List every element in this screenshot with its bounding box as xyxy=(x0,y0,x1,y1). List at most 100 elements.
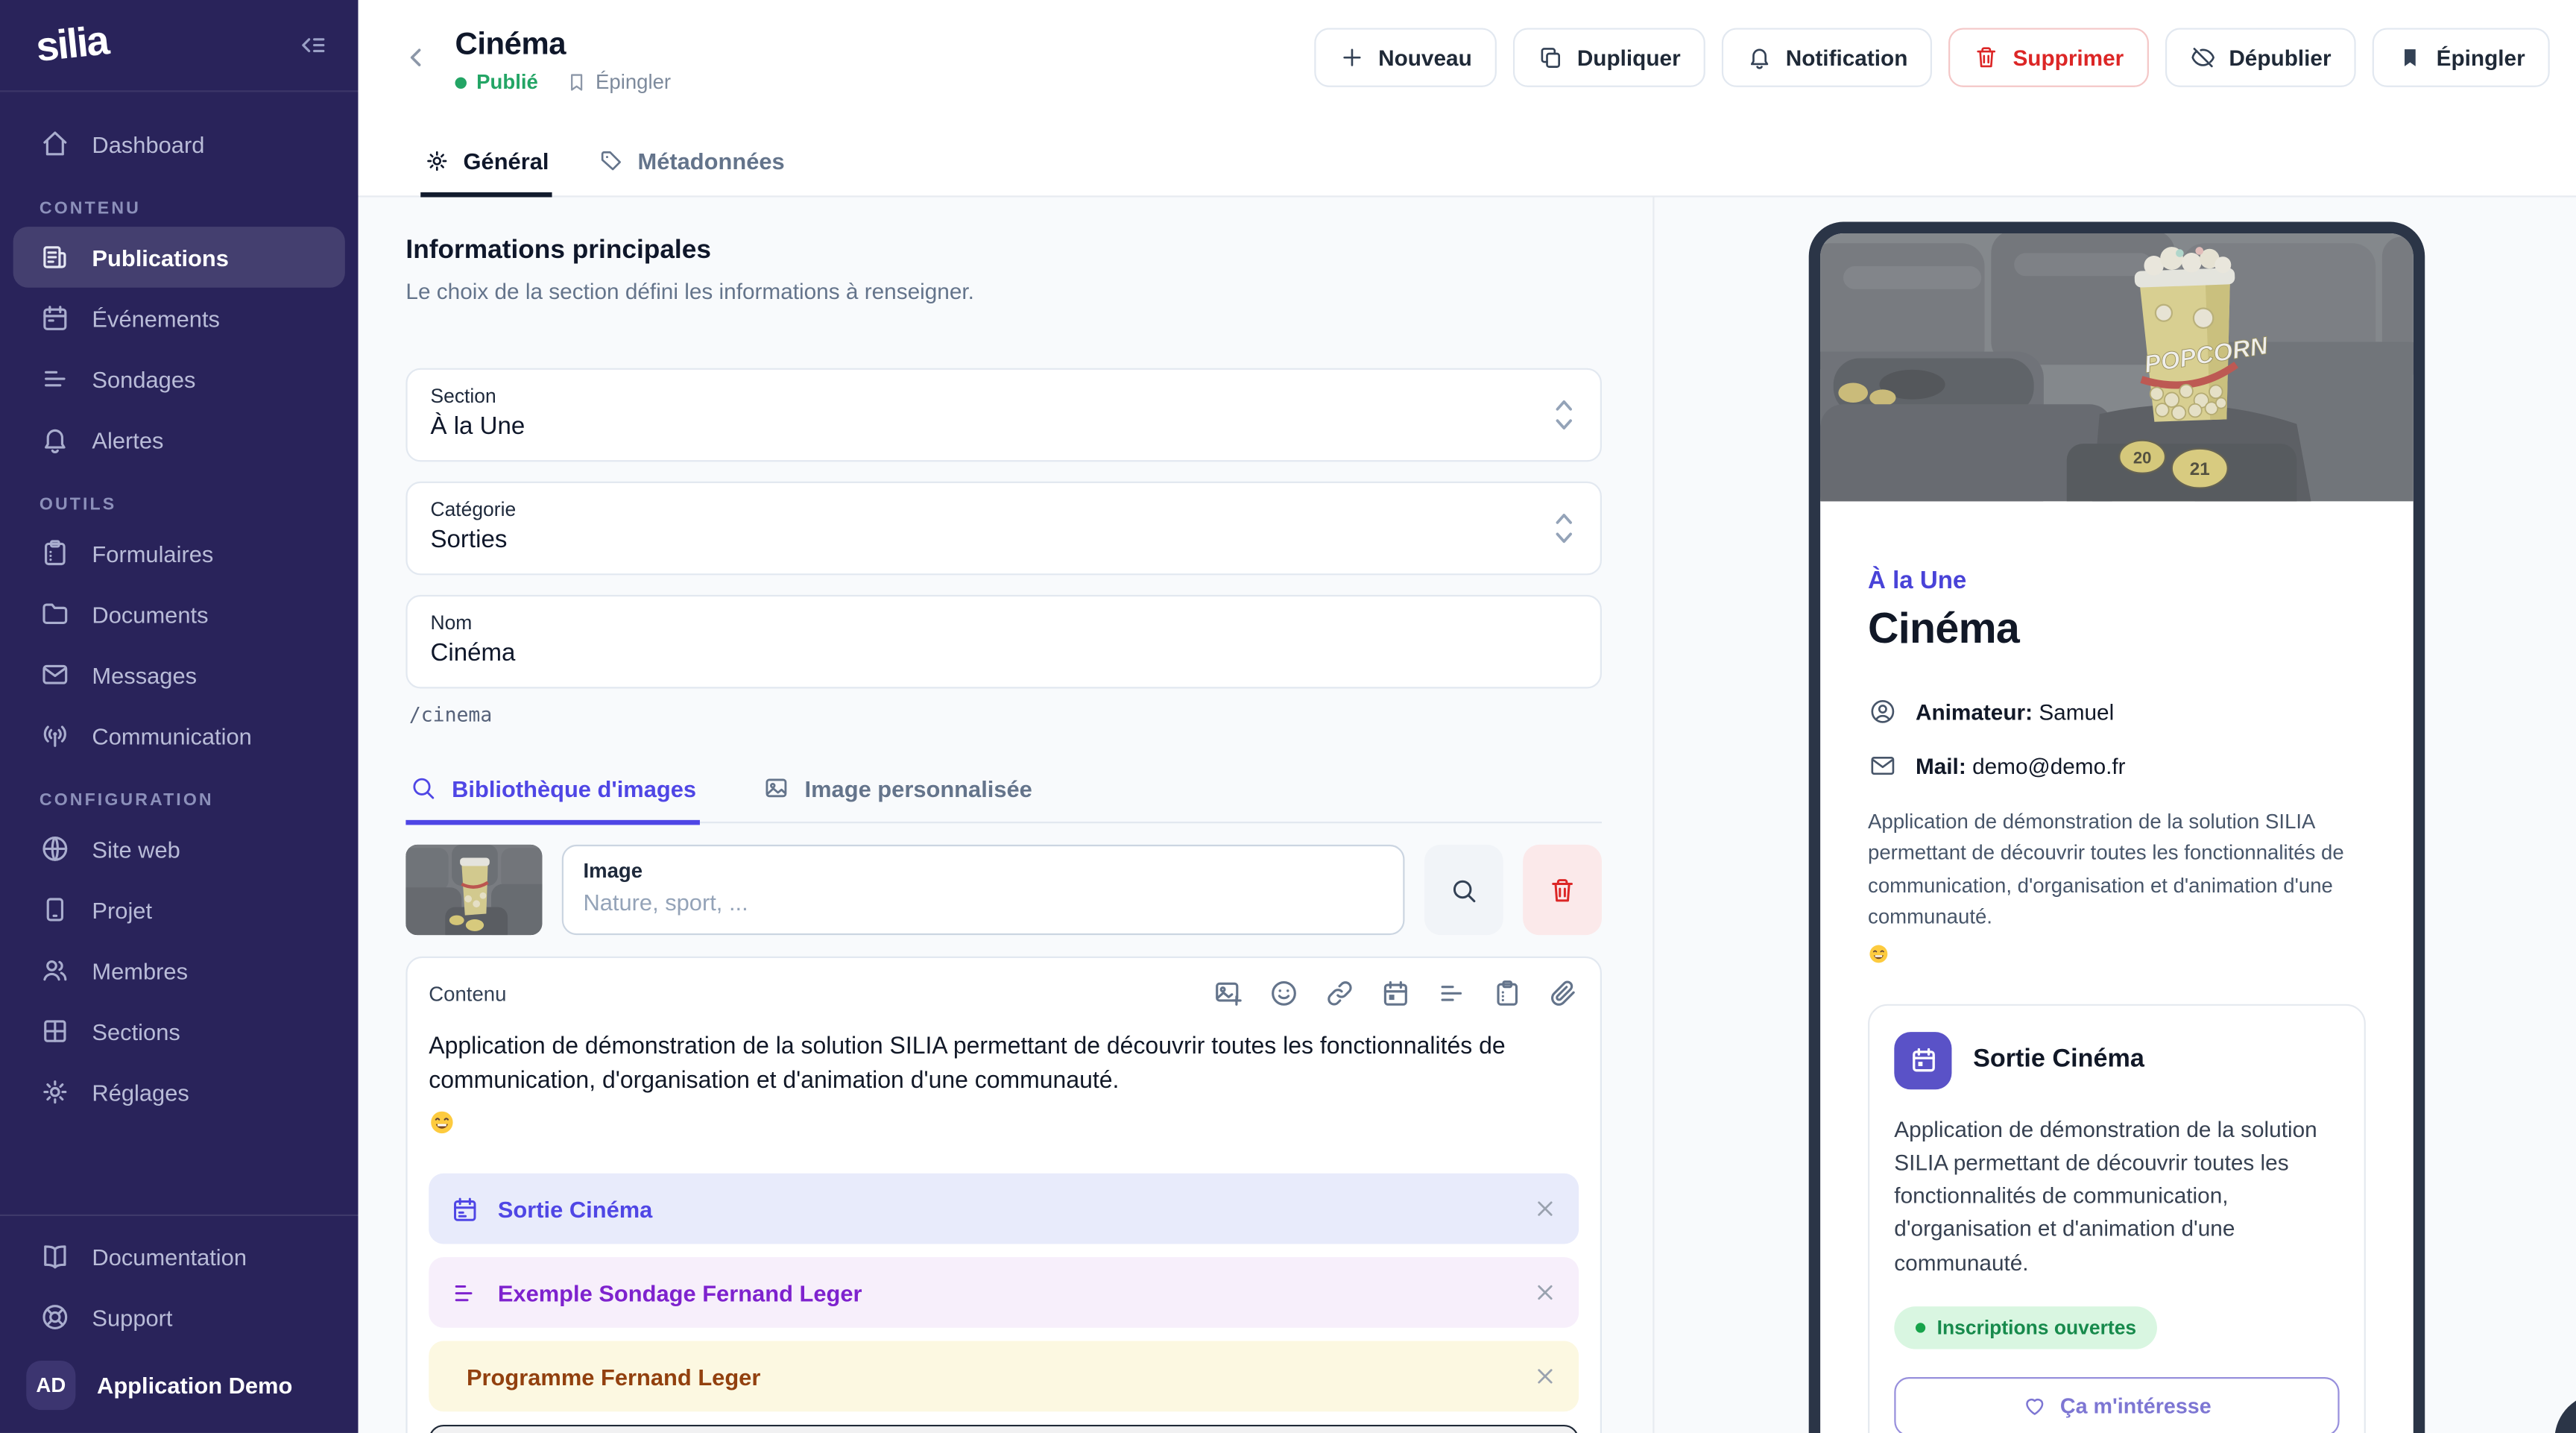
epingler-button[interactable]: Épingler xyxy=(2373,28,2550,86)
trash-icon xyxy=(1547,875,1577,905)
sidebar-header: silia xyxy=(0,0,358,92)
status-dot xyxy=(455,76,467,87)
sidebar-item-alertes[interactable]: Alertes xyxy=(13,409,345,470)
tag-icon xyxy=(599,148,625,174)
folder-icon xyxy=(40,598,71,629)
slug-text: /cinema xyxy=(409,703,1602,726)
pin-status[interactable]: Épingler xyxy=(564,71,671,94)
sidebar-item-label: Sondages xyxy=(92,365,195,391)
sidebar-section-configuration: CONFIGURATION xyxy=(40,790,359,810)
nouveau-button[interactable]: Nouveau xyxy=(1314,28,1497,86)
sidebar-item-projet[interactable]: Projet xyxy=(13,879,345,940)
notification-button[interactable]: Notification xyxy=(1722,28,1933,86)
block-sortie-cinema[interactable]: Sortie Cinéma xyxy=(429,1174,1579,1244)
tab-metadonnees[interactable]: Métadonnées xyxy=(595,133,788,198)
link-icon[interactable] xyxy=(1324,977,1355,1009)
sidebar-section-outils: OUTILS xyxy=(40,494,359,514)
paperclip-icon[interactable] xyxy=(1547,977,1579,1009)
block-exemple-sondage[interactable]: Exemple Sondage Fernand Leger xyxy=(429,1257,1579,1328)
poll-icon[interactable] xyxy=(1436,977,1467,1009)
inscriptions-badge: Inscriptions ouvertes xyxy=(1894,1306,2157,1349)
content-editor[interactable]: Contenu Application de démonstration de … xyxy=(405,957,1602,1433)
sidebar-item-documents[interactable]: Documents xyxy=(13,583,345,644)
sidebar-footer: Documentation Support AD Application Dem… xyxy=(0,1215,358,1433)
dupliquer-button[interactable]: Dupliquer xyxy=(1513,28,1705,86)
sidebar-item-support[interactable]: Support xyxy=(13,1287,345,1348)
clipboard-icon[interactable] xyxy=(1491,977,1523,1009)
supprimer-button[interactable]: Supprimer xyxy=(1948,28,2148,86)
close-icon[interactable] xyxy=(1532,1280,1557,1305)
globe-icon xyxy=(40,833,71,864)
sidebar-item-sondages[interactable]: Sondages xyxy=(13,348,345,409)
users-icon xyxy=(40,955,71,986)
sidebar-item-messages[interactable]: Messages xyxy=(13,644,345,705)
image-delete-button[interactable] xyxy=(1523,845,1602,935)
trash-icon xyxy=(1974,45,2000,71)
eye-off-icon xyxy=(2189,45,2215,71)
categorie-select[interactable]: Catégorie Sorties xyxy=(405,482,1602,576)
sidebar-item-reglages[interactable]: Réglages xyxy=(13,1062,345,1123)
home-icon xyxy=(40,128,71,160)
close-icon[interactable] xyxy=(1532,1197,1557,1221)
field-value: Cinéma xyxy=(430,639,1573,667)
tabs: Général Métadonnées xyxy=(358,133,2576,198)
form-column: Informations principales Le choix de la … xyxy=(358,197,1652,1432)
image-search-input[interactable]: Image Nature, sport, ... xyxy=(562,845,1405,935)
nom-field[interactable]: Nom Cinéma xyxy=(405,595,1602,689)
avatar: AD xyxy=(26,1361,75,1410)
image-plus-icon[interactable] xyxy=(1213,977,1244,1009)
smartphone-icon xyxy=(40,894,71,925)
sidebar-item-evenements[interactable]: Événements xyxy=(13,288,345,349)
search-icon xyxy=(1449,875,1479,905)
main-area: Cinéma Publié Épingler Nouveau xyxy=(358,0,2576,1433)
interest-button[interactable]: Ça m'intéresse xyxy=(1894,1376,2339,1432)
tab-general[interactable]: Général xyxy=(420,133,552,198)
image-input-placeholder: Nature, sport, ... xyxy=(583,889,1383,915)
editor-label: Contenu xyxy=(429,982,506,1005)
chevron-up-down-icon xyxy=(1554,509,1573,549)
image-thumbnail[interactable] xyxy=(405,845,542,935)
smiley-icon[interactable] xyxy=(1269,977,1300,1009)
bookmark-icon xyxy=(564,71,587,94)
sidebar-section-contenu: CONTENU xyxy=(40,199,359,218)
user-menu[interactable]: AD Application Demo xyxy=(0,1347,358,1420)
section-select[interactable]: Section À la Une xyxy=(405,368,1602,462)
tab-bibliotheque-images[interactable]: Bibliothèque d'images xyxy=(405,760,699,825)
sidebar-item-publications[interactable]: Publications xyxy=(13,227,345,288)
sidebar-item-label: Messages xyxy=(92,661,197,687)
badge-dot xyxy=(1916,1323,1925,1332)
sidebar-item-label: Sections xyxy=(92,1018,180,1044)
calendar-icon[interactable] xyxy=(1380,977,1411,1009)
user-circle-icon xyxy=(1868,697,1898,727)
event-card-description: Application de démonstration de la solut… xyxy=(1894,1113,2339,1279)
sidebar-item-site-web[interactable]: Site web xyxy=(13,819,345,880)
sidebar-item-label: Membres xyxy=(92,957,188,983)
sidebar-item-dashboard[interactable]: Dashboard xyxy=(13,113,345,174)
sidebar-item-sections[interactable]: Sections xyxy=(13,1001,345,1062)
plus-icon xyxy=(1339,45,1365,71)
phone-preview: POPCORN 2 xyxy=(1809,222,2425,1433)
grid-icon xyxy=(40,1015,71,1047)
header-actions: Nouveau Dupliquer Notification Supprimer xyxy=(1314,28,2550,86)
back-button[interactable] xyxy=(401,42,431,72)
sidebar-item-documentation[interactable]: Documentation xyxy=(13,1226,345,1287)
block-en-savoir-plus[interactable]: En savoir plus (principal) xyxy=(429,1425,1579,1433)
image-search-button[interactable] xyxy=(1424,845,1503,935)
depublier-button[interactable]: Dépublier xyxy=(2165,28,2355,86)
newspaper-icon xyxy=(40,242,71,273)
block-programme[interactable]: Programme Fernand Leger xyxy=(429,1341,1579,1412)
sidebar-item-label: Communication xyxy=(92,722,251,749)
editor-toolbar xyxy=(1213,977,1579,1009)
tab-image-personnalisee[interactable]: Image personnalisée xyxy=(759,760,1035,825)
sidebar-item-membres[interactable]: Membres xyxy=(13,940,345,1001)
preview-panel: POPCORN 2 xyxy=(1652,197,2576,1432)
collapse-sidebar-icon[interactable] xyxy=(297,30,329,61)
close-icon[interactable] xyxy=(1532,1364,1557,1388)
field-label: Section xyxy=(430,385,1573,408)
sidebar-item-communication[interactable]: Communication xyxy=(13,705,345,766)
phone-screen: POPCORN 2 xyxy=(1820,233,2414,1433)
image-icon xyxy=(762,774,789,801)
sidebar-item-label: Documents xyxy=(92,601,208,627)
sidebar-item-formulaires[interactable]: Formulaires xyxy=(13,523,345,584)
sidebar-item-label: Réglages xyxy=(92,1079,189,1105)
